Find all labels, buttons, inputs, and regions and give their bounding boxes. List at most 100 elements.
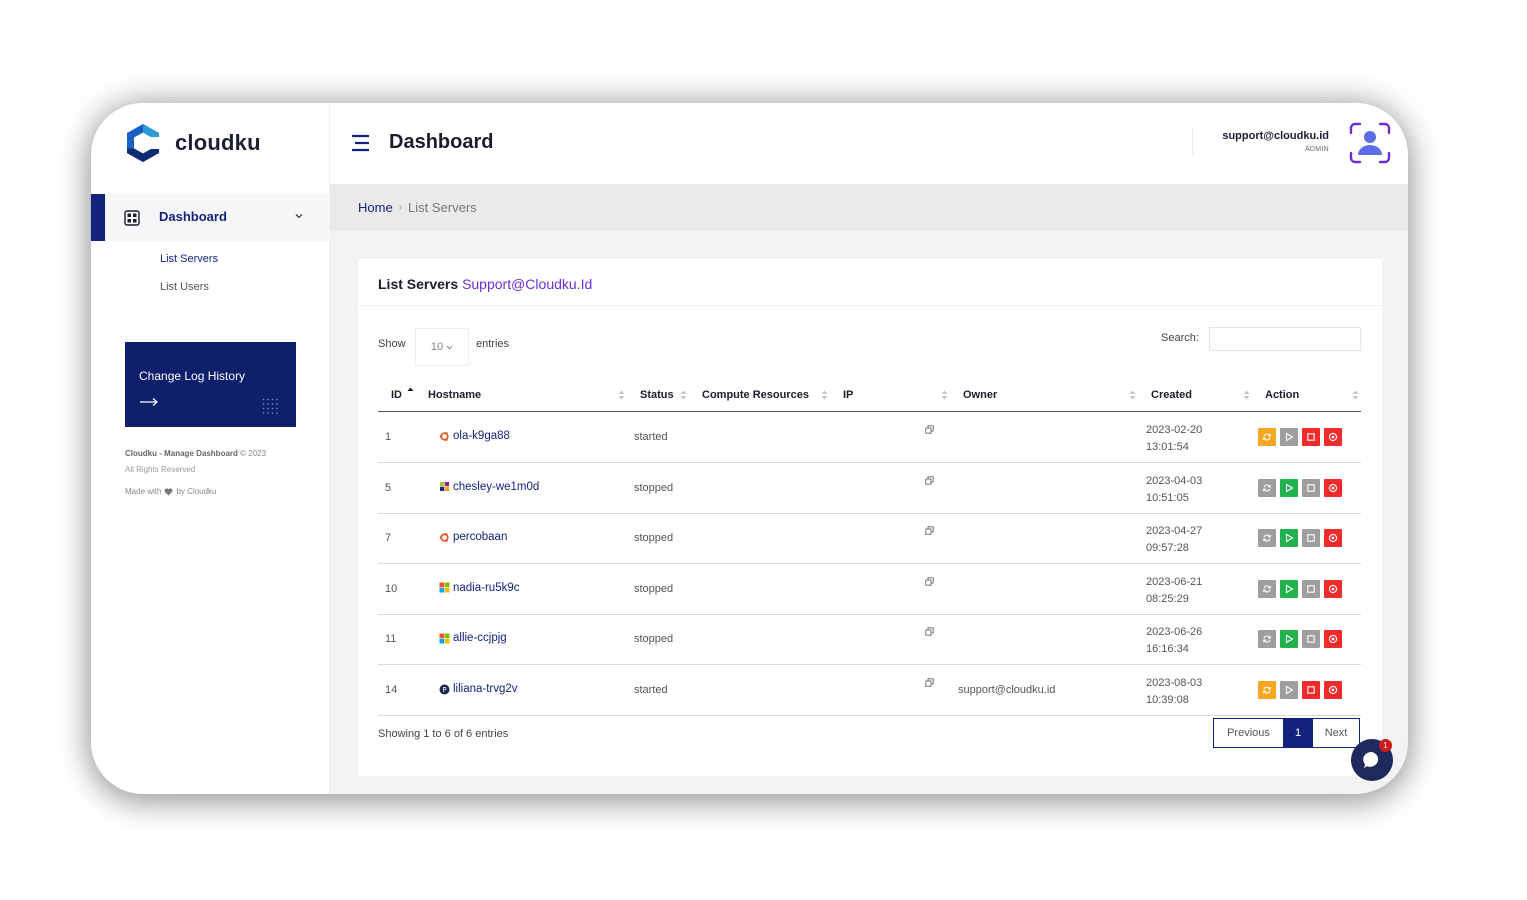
table-row: 10 nadia-ru5k9c stopped 2023-06-21 08:25:29	[378, 564, 1361, 615]
start-icon	[1285, 432, 1294, 442]
breadcrumb: Home › List Servers	[330, 184, 1408, 231]
column-header-compute-resources[interactable]: Compute Resources	[702, 389, 809, 401]
power-off-button[interactable]	[1324, 478, 1342, 497]
power-off-icon	[1328, 584, 1338, 593]
copy-ip-icon[interactable]	[925, 425, 934, 434]
changelog-card[interactable]: Change Log History	[125, 342, 296, 427]
column-header-id[interactable]: ID	[391, 389, 402, 401]
stop-button[interactable]	[1302, 630, 1320, 649]
copy-ip-icon[interactable]	[925, 577, 934, 586]
copy-ip-icon[interactable]	[925, 475, 934, 485]
cell-id: 5	[385, 481, 392, 494]
stop-button[interactable]	[1302, 529, 1320, 548]
column-header-action[interactable]: Action	[1265, 389, 1299, 401]
column-header-hostname[interactable]: Hostname	[428, 389, 481, 401]
created-date: 2023-02-20	[1146, 424, 1203, 436]
start-button[interactable]	[1280, 529, 1298, 548]
footer-copyright: Cloudku - Manage Dashboard © 2023	[125, 449, 266, 458]
start-button[interactable]	[1280, 630, 1298, 649]
hostname-link[interactable]: Pliliana-trvg2v	[439, 683, 518, 695]
cell-status: started	[634, 431, 668, 443]
column-label: ID	[391, 389, 402, 401]
cell-id: 11	[385, 633, 397, 646]
pagination: Previous 1 Next	[1213, 718, 1360, 748]
power-off-icon	[1328, 483, 1338, 492]
start-button[interactable]	[1280, 681, 1298, 699]
power-off-button[interactable]	[1324, 529, 1342, 548]
power-off-button[interactable]	[1324, 681, 1342, 699]
hostname-link[interactable]: ola-k9ga88	[439, 430, 510, 442]
created-date: 2023-04-27	[1146, 525, 1203, 538]
svg-text:P: P	[442, 686, 446, 694]
restart-icon	[1262, 686, 1272, 694]
next-page-button[interactable]: Next	[1312, 718, 1360, 748]
user-avatar-icon[interactable]	[1349, 122, 1391, 164]
restart-button[interactable]	[1258, 478, 1276, 497]
sidebar-item-dashboard[interactable]: Dashboard	[91, 194, 330, 241]
chat-notification-badge: 1	[1379, 739, 1392, 752]
cell-created: 2023-02-20 13:01:54	[1146, 422, 1202, 456]
power-off-icon	[1328, 635, 1338, 644]
restart-button[interactable]	[1258, 681, 1276, 699]
restart-button[interactable]	[1258, 630, 1276, 649]
created-time: 13:01:54	[1146, 441, 1189, 453]
sort-icon	[618, 390, 625, 400]
table-info: Showing 1 to 6 of 6 entries	[378, 728, 509, 740]
hostname-text: allie-ccjpjg	[453, 632, 507, 645]
sort-icon	[941, 390, 948, 400]
changelog-label: Change Log History	[139, 369, 246, 383]
start-icon	[1285, 483, 1294, 493]
start-button[interactable]	[1280, 428, 1298, 446]
stop-button[interactable]	[1302, 428, 1320, 446]
stop-button[interactable]	[1302, 579, 1320, 598]
stop-icon	[1307, 483, 1315, 492]
proxmox-icon: P	[439, 684, 450, 694]
restart-icon	[1262, 484, 1272, 492]
previous-page-button[interactable]: Previous	[1213, 718, 1284, 748]
hostname-link[interactable]: percobaan	[439, 531, 507, 543]
column-header-created[interactable]: Created	[1151, 389, 1192, 401]
cell-created: 2023-08-03 10:39:08	[1146, 675, 1202, 709]
start-button[interactable]	[1280, 478, 1298, 497]
restart-button[interactable]	[1258, 529, 1276, 548]
restart-icon	[1262, 585, 1272, 593]
stop-button[interactable]	[1302, 478, 1320, 497]
power-off-button[interactable]	[1324, 630, 1342, 649]
start-button[interactable]	[1280, 579, 1298, 598]
search-label: Search:	[1161, 332, 1199, 344]
restart-button[interactable]	[1258, 428, 1276, 446]
logo[interactable]: cloudku	[125, 123, 261, 163]
column-header-ip[interactable]: IP	[843, 389, 853, 401]
card-title: List Servers Support@Cloudku.Id	[378, 276, 592, 292]
cloudku-logo-icon	[127, 124, 159, 162]
search-input[interactable]	[1209, 327, 1361, 351]
page-length-select[interactable]: 10	[415, 328, 469, 366]
copy-ip-icon[interactable]	[925, 678, 934, 687]
sidebar-item-list-users[interactable]: List Users	[160, 281, 209, 293]
footer-made-prefix: Made with	[125, 487, 162, 496]
power-off-icon	[1328, 685, 1338, 695]
user-email[interactable]: support@cloudku.id	[1222, 130, 1329, 142]
breadcrumb-home[interactable]: Home	[358, 200, 393, 215]
start-icon	[1285, 533, 1294, 543]
column-label: IP	[843, 389, 854, 401]
table-row: 7 percobaan stopped 2023-04-27 09:57:28	[378, 513, 1361, 565]
page-1-button[interactable]: 1	[1284, 718, 1312, 748]
hostname-link[interactable]: chesley-we1m0d	[439, 481, 539, 493]
sidebar-item-list-servers[interactable]: List Servers	[160, 253, 218, 265]
hostname-link[interactable]: nadia-ru5k9c	[439, 582, 519, 594]
entries-label: entries	[476, 338, 510, 350]
restart-button[interactable]	[1258, 579, 1276, 598]
power-off-button[interactable]	[1324, 579, 1342, 598]
column-header-status[interactable]: Status	[640, 389, 674, 401]
sidebar-item-label: Dashboard	[159, 209, 227, 224]
active-indicator	[91, 194, 105, 241]
menu-toggle-icon[interactable]	[351, 134, 370, 152]
stop-button[interactable]	[1302, 681, 1320, 699]
column-header-owner[interactable]: Owner	[963, 389, 997, 401]
copy-ip-icon[interactable]	[925, 627, 934, 637]
hostname-link[interactable]: allie-ccjpjg	[439, 632, 507, 644]
copy-ip-icon[interactable]	[925, 526, 934, 535]
created-time: 09:57:28	[1146, 542, 1189, 555]
power-off-button[interactable]	[1324, 428, 1342, 446]
